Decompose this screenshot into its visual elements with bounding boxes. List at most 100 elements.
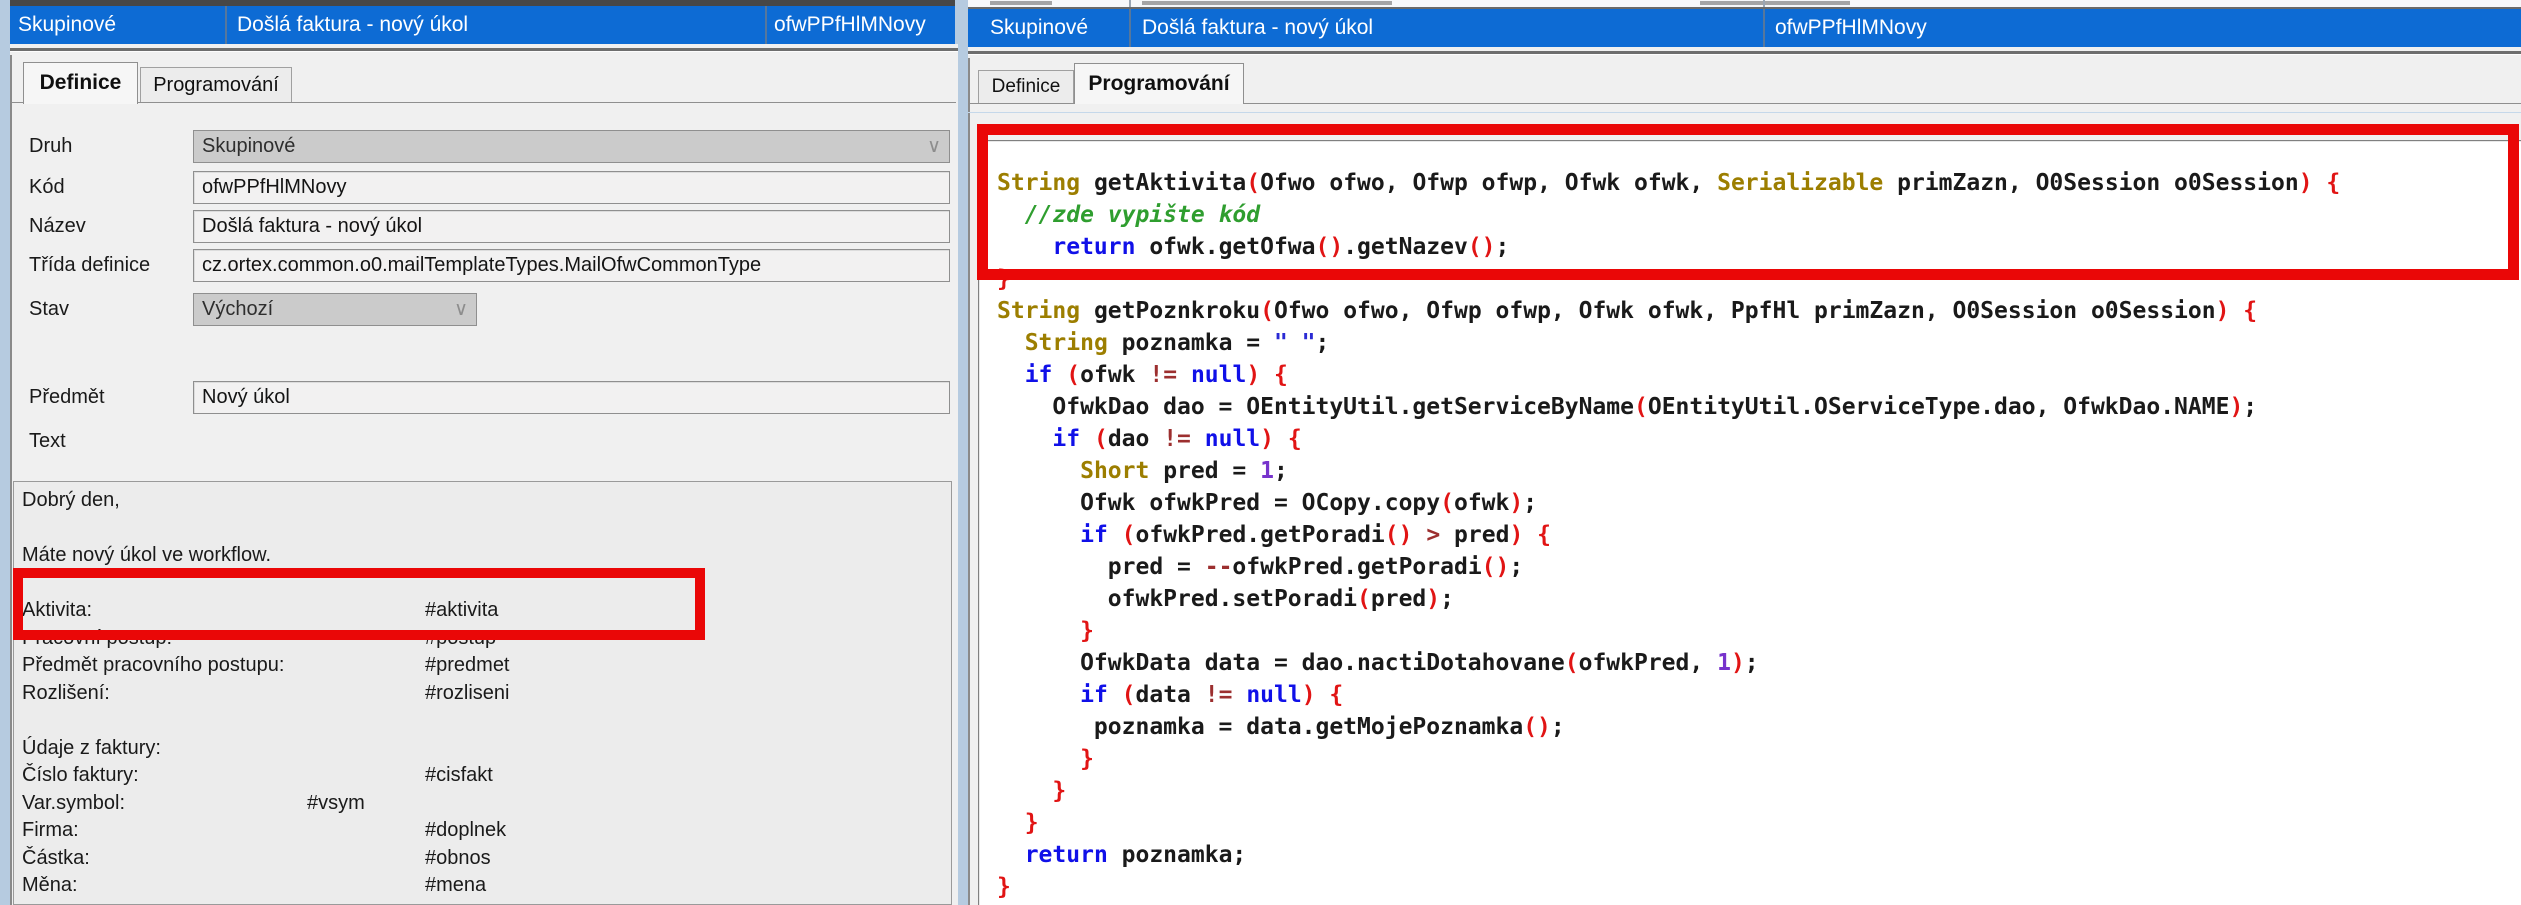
code-line: return ofwk.getOfwa().getNazev(); bbox=[997, 231, 2340, 263]
code-line: OfwkData data = dao.nactiDotahovane(ofwk… bbox=[997, 647, 2340, 679]
tab-definice[interactable]: Definice bbox=[978, 70, 1074, 103]
divider-highlight bbox=[968, 54, 2521, 55]
code-editor[interactable]: String getAktivita ( Ofwo ofwo, Ofwp ofwp,… bbox=[978, 140, 2521, 905]
code-token: != bbox=[1149, 362, 1177, 388]
code-token: ) { bbox=[1302, 682, 1344, 708]
code-token: poznamka = bbox=[1108, 330, 1274, 356]
record-cell[interactable]: Došlá faktura - nový úkol bbox=[237, 6, 468, 44]
code-token: String bbox=[1025, 330, 1108, 356]
code-token: getAktivita bbox=[1080, 170, 1246, 196]
code-line: if (ofwkPred.getPoradi() > pred) { bbox=[997, 519, 2340, 551]
code-token bbox=[997, 362, 1025, 388]
mail-body-line: Pracovní postup:#postup bbox=[22, 625, 947, 653]
code-token: if bbox=[1080, 522, 1108, 548]
code-token: pred bbox=[1440, 522, 1509, 548]
code-token: 1 bbox=[1717, 650, 1731, 676]
placeholder-variable: #vsym bbox=[307, 790, 365, 818]
mail-body-label: Částka: bbox=[22, 847, 90, 869]
tab-programovani[interactable]: Programování bbox=[1074, 63, 1244, 104]
code-line: } bbox=[997, 775, 2340, 807]
column-separator bbox=[1763, 9, 1765, 47]
code-token: OfwkDao dao = OEntityUtil.getServiceByNa… bbox=[997, 394, 1634, 420]
input-t-da-definice[interactable]: cz.ortex.common.o0.mailTemplateTypes.Mai… bbox=[193, 249, 950, 282]
field-label: Kód bbox=[29, 171, 65, 204]
mail-body-line bbox=[22, 515, 947, 543]
screenshot-canvas: Skupinové Došlá faktura - nový úkol ofwPPf… bbox=[0, 0, 2521, 905]
placeholder-variable: #aktivita bbox=[425, 597, 498, 625]
mail-body-label: Aktivita: bbox=[22, 599, 92, 621]
code-line: String getAktivita(Ofwo ofwo, Ofwp ofwp,… bbox=[997, 167, 2340, 199]
code-token: != bbox=[1205, 682, 1233, 708]
code-token: ; bbox=[2243, 394, 2257, 420]
code-token: String bbox=[997, 298, 1080, 324]
code-token: Ofwk ofwkPred = OCopy.copy bbox=[997, 490, 1440, 516]
mail-body-line: Firma:#doplnek bbox=[22, 817, 947, 845]
code-token: if bbox=[1080, 682, 1108, 708]
input-k-d[interactable]: ofwPPfHlMNovy bbox=[193, 171, 950, 204]
code-token: ( bbox=[1357, 586, 1371, 612]
record-cell[interactable]: Skupinové bbox=[18, 6, 116, 44]
code-line: ofwkPred.setPoradi(pred); bbox=[997, 583, 2340, 615]
mail-body-line: Údaje z faktury: bbox=[22, 735, 947, 763]
record-cell[interactable]: Skupinové bbox=[990, 9, 1088, 47]
code-token: ofwkPred.setPoradi bbox=[997, 586, 1357, 612]
code-token: OEntityUtil.OServiceType.dao, OfwkDao.NA… bbox=[1648, 394, 2230, 420]
code-token bbox=[1177, 362, 1191, 388]
code-token bbox=[997, 746, 1080, 772]
input-n-zev[interactable]: Došlá faktura - nový úkol bbox=[193, 210, 950, 243]
code-token: null bbox=[1205, 426, 1260, 452]
code-token bbox=[1080, 426, 1094, 452]
code-token: if bbox=[1025, 362, 1053, 388]
code-token: () bbox=[1316, 234, 1344, 260]
code-line: } bbox=[997, 615, 2340, 647]
code-line: } bbox=[997, 871, 2340, 903]
mail-body-label: Máte nový úkol ve workflow. bbox=[22, 544, 271, 566]
selected-record-row[interactable]: Skupinové Došlá faktura - nový úkol ofwPPf… bbox=[968, 9, 2521, 47]
code-token: () bbox=[1385, 522, 1413, 548]
code-token: poznamka; bbox=[1108, 842, 1246, 868]
code-token: > bbox=[1426, 522, 1440, 548]
code-token bbox=[997, 810, 1025, 836]
frame-accent-line bbox=[968, 112, 2521, 113]
code-token: ; bbox=[1496, 234, 1510, 260]
code-token: ofwk bbox=[1454, 490, 1509, 516]
tabbar-line bbox=[12, 102, 956, 103]
code-line: //zde vypište kód bbox=[997, 199, 2340, 231]
code-token bbox=[1108, 522, 1122, 548]
code-token bbox=[1412, 522, 1426, 548]
clipped-record-row[interactable] bbox=[968, 0, 2521, 9]
tab-definice[interactable]: Definice bbox=[23, 62, 138, 104]
placeholder-variable: #rozliseni bbox=[425, 680, 509, 708]
clipped-row-remnant bbox=[1142, 1, 1392, 5]
code-token: } bbox=[1080, 618, 1094, 644]
record-cell[interactable]: ofwPPfHlMNovy bbox=[1775, 9, 1927, 47]
record-cell[interactable]: Došlá faktura - nový úkol bbox=[1142, 9, 1373, 47]
field-label: Předmět bbox=[29, 381, 105, 414]
combo-stav[interactable]: Výchozí∨ bbox=[193, 293, 477, 326]
code-token: ( bbox=[1634, 394, 1648, 420]
field-value: Došlá faktura - nový úkol bbox=[194, 215, 422, 237]
code-token bbox=[997, 202, 1025, 228]
column-separator bbox=[765, 6, 767, 44]
input-p-edm-t[interactable]: Nový úkol bbox=[193, 381, 950, 414]
code-token: ofwkPred.getPoradi bbox=[1232, 554, 1481, 580]
code-token: ) { bbox=[1246, 362, 1288, 388]
combo-druh[interactable]: Skupinové∨ bbox=[193, 130, 950, 163]
code-token: () bbox=[1482, 554, 1510, 580]
record-cell[interactable]: ofwPPfHlMNovy bbox=[774, 6, 926, 44]
code-token: ( bbox=[1122, 682, 1136, 708]
mail-body-line bbox=[22, 570, 947, 598]
code-token: " " bbox=[1274, 330, 1316, 356]
code-line: return poznamka; bbox=[997, 839, 2340, 871]
selected-record-row[interactable]: Skupinové Došlá faktura - nový úkol ofwPPf… bbox=[10, 6, 955, 44]
mail-body-line: Máte nový úkol ve workflow. bbox=[22, 542, 947, 570]
code-token: dao bbox=[1108, 426, 1163, 452]
field-label: Třída definice bbox=[29, 249, 150, 282]
field-value: cz.ortex.common.o0.mailTemplateTypes.Mai… bbox=[194, 254, 761, 276]
tab-programovani[interactable]: Programování bbox=[140, 67, 292, 102]
field-value: Skupinové bbox=[194, 135, 295, 157]
column-separator bbox=[1129, 0, 1131, 7]
code-token: Ofwo ofwo, Ofwp ofwp, Ofwk ofwk, bbox=[1260, 170, 1717, 196]
code-token bbox=[1191, 426, 1205, 452]
mail-body-text[interactable]: Dobrý den,Máte nový úkol ve workflow.Akt… bbox=[13, 481, 952, 905]
